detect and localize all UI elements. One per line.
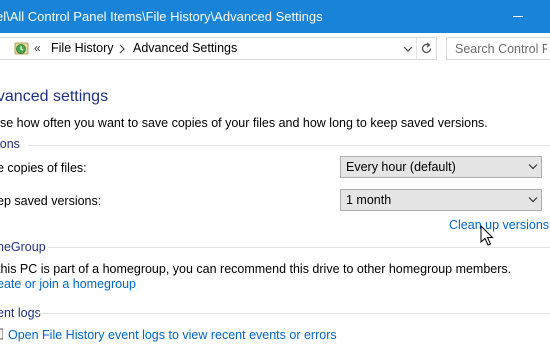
keep-versions-label: ep saved versions: [0,194,102,208]
file-history-icon [14,42,29,55]
page-description: ose how often you want to save copies of… [0,116,488,130]
refresh-button[interactable] [416,38,436,59]
chevron-down-icon [403,46,413,52]
window-title: el\All Control Panel Items\File History\… [0,9,323,24]
breadcrumb-advanced-settings[interactable]: Advanced Settings [133,41,237,55]
mouse-cursor-icon [480,225,494,246]
refresh-icon [421,42,432,54]
search-box[interactable] [446,37,550,60]
homegroup-description: this PC is part of a homegroup, you can … [0,262,512,276]
save-copies-label: e copies of files: [0,161,87,175]
minimize-button[interactable] [505,0,550,33]
save-copies-value: Every hour (default) [346,160,456,174]
breadcrumb-chevron-icon[interactable] [118,44,126,54]
keep-versions-dropdown[interactable]: 1 month [340,189,542,211]
minimize-icon [513,16,523,17]
address-bar: « File History Advanced Settings [0,33,550,65]
title-bar: el\All Control Panel Items\File History\… [0,0,550,33]
address-overflow-chevron[interactable]: « [34,41,41,55]
clean-up-versions-link[interactable]: Clean up versions [449,218,549,232]
section-divider [48,247,550,248]
section-homegroup-label: neGroup [0,240,46,254]
chevron-down-icon [528,197,538,203]
search-input[interactable] [447,38,547,59]
breadcrumb-file-history[interactable]: File History [51,41,114,55]
section-versions-label: ions [0,137,20,151]
section-event-logs-label: ent logs [0,306,41,320]
save-copies-dropdown[interactable]: Every hour (default) [340,156,542,178]
section-divider [38,313,550,314]
section-divider [28,145,550,146]
create-join-homegroup-link[interactable]: eate or join a homegroup [0,277,136,291]
open-event-logs-link[interactable]: Open File History event logs to view rec… [8,328,337,342]
address-history-dropdown[interactable] [400,38,416,59]
event-log-icon [0,328,3,340]
keep-versions-value: 1 month [346,193,392,207]
chevron-down-icon [528,164,538,170]
page-title: dvanced settings [0,88,109,105]
